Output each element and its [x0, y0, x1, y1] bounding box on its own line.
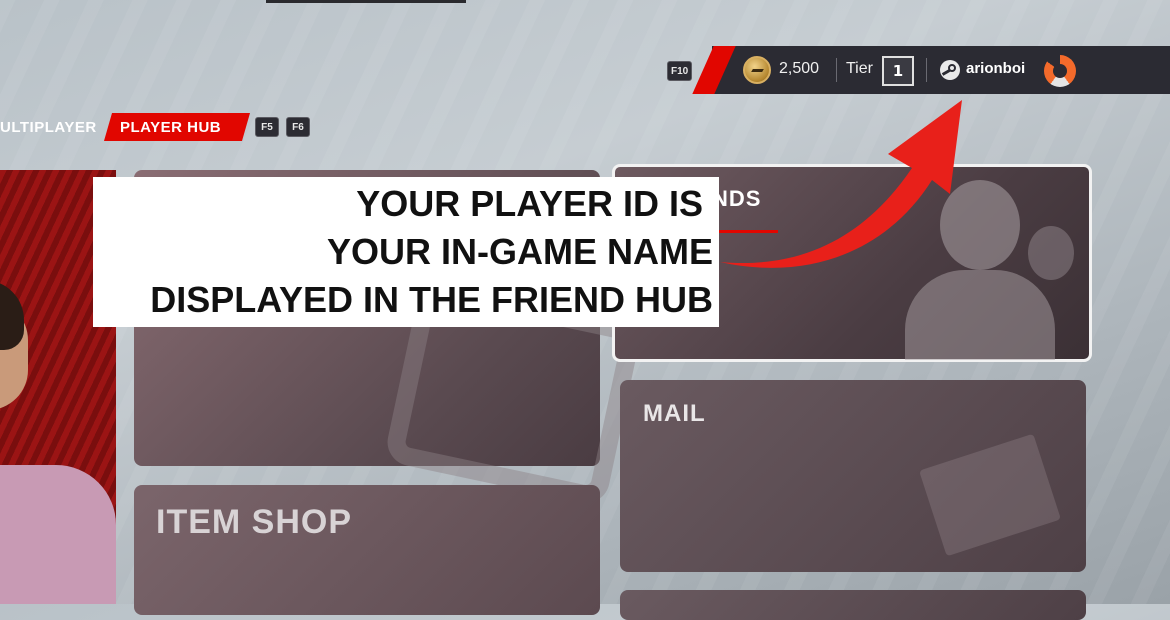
breadcrumb-multiplayer[interactable]: ULTIPLAYER — [0, 113, 97, 141]
annotation-line-3: DISPLAYED IN THE FRIEND HUB — [150, 279, 713, 320]
player-username[interactable]: arionboi — [966, 60, 1025, 77]
annotation-line-1: YOUR PLAYER ID IS — [356, 183, 703, 224]
annotation-line-2: YOUR IN-GAME NAME — [327, 231, 713, 272]
key-hint-f6[interactable]: F6 — [286, 117, 310, 137]
coin-icon — [743, 56, 771, 84]
key-hint-f10[interactable]: F10 — [667, 61, 693, 81]
friends-silhouette-icon-small — [1028, 226, 1074, 280]
steam-icon — [940, 60, 960, 80]
tile-next[interactable] — [620, 590, 1086, 620]
coin-balance: 2,500 — [779, 60, 820, 77]
breadcrumb-player-hub[interactable]: PLAYER HUB — [120, 113, 221, 141]
divider — [836, 58, 837, 82]
tile-item-shop-label: ITEM SHOP — [156, 503, 353, 541]
annotation-callout: YOUR PLAYER ID IS YOUR IN-GAME NAME DISP… — [93, 177, 719, 327]
top-edge-bar — [266, 0, 466, 3]
profile-emblem-icon[interactable] — [1044, 55, 1076, 87]
tile-mail-label: MAIL — [643, 400, 706, 427]
tier-label: Tier — [846, 60, 873, 77]
key-hint-f5[interactable]: F5 — [255, 117, 279, 137]
player-avatar-body — [0, 465, 116, 604]
annotation-arrow-icon — [720, 100, 962, 268]
tier-badge: 1 — [882, 56, 914, 86]
divider — [926, 58, 927, 82]
